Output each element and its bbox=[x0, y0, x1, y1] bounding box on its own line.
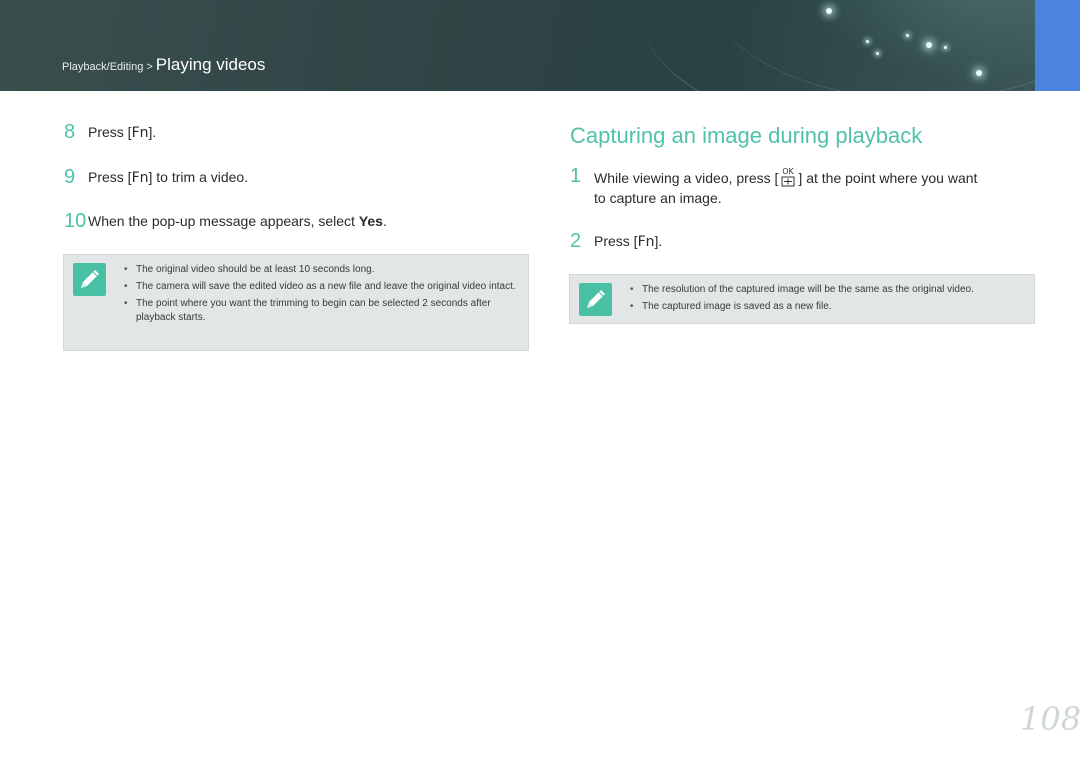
step-text: Press [Fn]. bbox=[88, 122, 156, 143]
breadcrumb: Playback/Editing > Playing videos bbox=[62, 55, 265, 75]
ok-button-icon: OK bbox=[779, 166, 797, 188]
ok-icon-text: OK bbox=[783, 167, 795, 176]
step-text-post: ]. bbox=[654, 233, 663, 249]
breadcrumb-parent[interactable]: Playback/Editing bbox=[62, 61, 143, 73]
sparkle-icon bbox=[944, 46, 947, 49]
step-text-post: ] at the point where you want bbox=[798, 170, 978, 186]
sparkle-icon bbox=[926, 42, 932, 48]
fn-key-label: Fn bbox=[131, 125, 149, 141]
step-number: 8 bbox=[64, 121, 76, 143]
sparkle-icon bbox=[876, 52, 879, 55]
step-text-pre: Press [ bbox=[88, 169, 132, 185]
step-text: While viewing a video, press [ OK] at the… bbox=[594, 166, 977, 208]
step-text-post: ] to trim a video. bbox=[148, 169, 249, 185]
chapter-tab[interactable] bbox=[1035, 0, 1080, 91]
step-text-pre: Press [ bbox=[88, 124, 132, 140]
note-pencil-icon bbox=[73, 263, 106, 296]
step-9: 9 Press [Fn] to trim a video. bbox=[64, 167, 248, 188]
fn-key-label: Fn bbox=[637, 234, 655, 250]
sparkle-icon bbox=[976, 70, 982, 76]
step-text-post: ]. bbox=[148, 124, 157, 140]
sparkle-icon bbox=[866, 40, 869, 43]
sparkle-icon bbox=[826, 8, 832, 14]
note-list: The original video should be at least 10… bbox=[124, 263, 519, 328]
step-text: Press [Fn] to trim a video. bbox=[88, 167, 248, 188]
page-number: 108 bbox=[1020, 700, 1080, 738]
note-item: The original video should be at least 10… bbox=[124, 263, 519, 277]
step-text: Press [Fn]. bbox=[594, 231, 662, 252]
step-10: 10 When the pop-up message appears, sele… bbox=[64, 211, 387, 231]
step-text: When the pop-up message appears, select … bbox=[88, 211, 387, 231]
page-header: Playback/Editing > Playing videos bbox=[0, 0, 1035, 91]
sparkle-icon bbox=[906, 34, 909, 37]
page-title: Playing videos bbox=[155, 55, 266, 74]
note-box: The original video should be at least 10… bbox=[63, 254, 529, 351]
note-box: The resolution of the captured image wil… bbox=[569, 274, 1035, 324]
step-1: 1 While viewing a video, press [ OK] at t… bbox=[570, 166, 977, 208]
note-item: The point where you want the trimming to… bbox=[124, 297, 519, 325]
fn-key-label: Fn bbox=[131, 170, 149, 186]
note-list: The resolution of the captured image wil… bbox=[630, 283, 1030, 317]
step-text-pre: While viewing a video, press [ bbox=[594, 170, 779, 186]
step-number: 10 bbox=[64, 210, 87, 232]
step-8: 8 Press [Fn]. bbox=[64, 122, 156, 143]
step-text-pre: When the pop-up message appears, select bbox=[88, 213, 359, 229]
section-title: Capturing an image during playback bbox=[570, 123, 923, 148]
note-item: The camera will save the edited video as… bbox=[124, 280, 519, 294]
step-text-line2: to capture an image. bbox=[594, 190, 722, 206]
step-number: 1 bbox=[570, 165, 582, 187]
step-number: 9 bbox=[64, 166, 76, 188]
note-item: The captured image is saved as a new fil… bbox=[630, 300, 1030, 314]
note-pencil-icon bbox=[579, 283, 612, 316]
step-text-post: . bbox=[382, 213, 387, 229]
breadcrumb-separator: > bbox=[146, 61, 153, 73]
note-item: The resolution of the captured image wil… bbox=[630, 283, 1030, 297]
step-2: 2 Press [Fn]. bbox=[570, 231, 662, 252]
step-number: 2 bbox=[570, 230, 582, 252]
yes-label: Yes bbox=[358, 213, 383, 229]
step-text-pre: Press [ bbox=[594, 233, 638, 249]
